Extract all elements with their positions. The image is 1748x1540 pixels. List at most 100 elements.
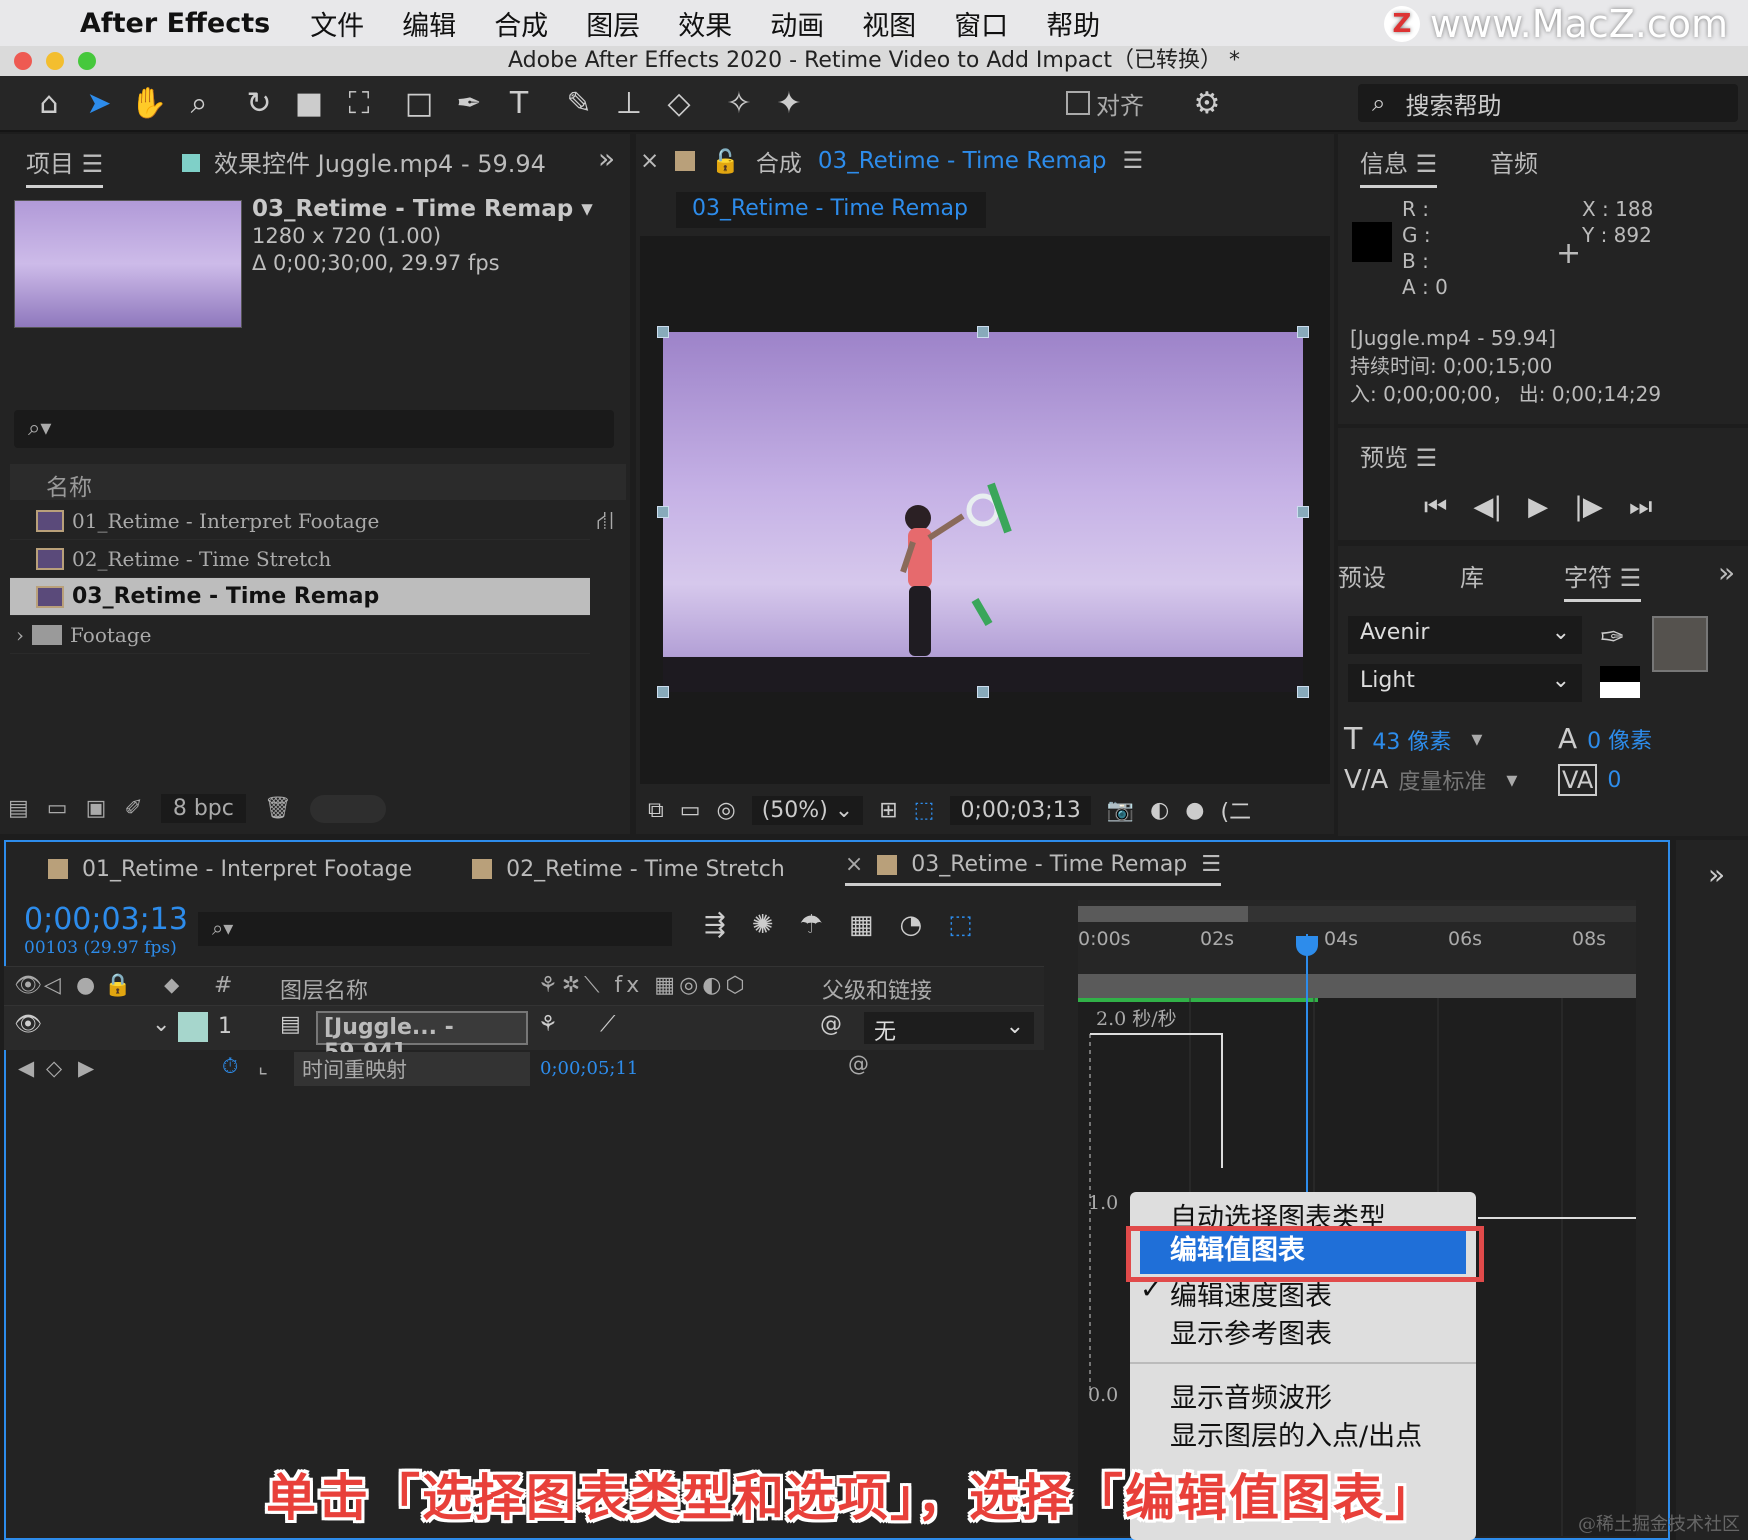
- tab-character[interactable]: 字符 ☰: [1564, 558, 1642, 602]
- tab-effect-controls[interactable]: 效果控件 Juggle.mp4 - 59.94: [182, 144, 546, 179]
- quality-switch-icon[interactable]: ⟋: [600, 1012, 615, 1037]
- next-frame-icon[interactable]: |▶: [1574, 492, 1603, 523]
- layer-name-field[interactable]: [Juggle... - 59.94]: [316, 1011, 528, 1065]
- graph-include-icon[interactable]: ⌞: [258, 1054, 268, 1078]
- mask-visibility-icon[interactable]: ◎: [717, 798, 736, 823]
- flowchart-icon[interactable]: ⛙: [596, 506, 614, 540]
- menu-file[interactable]: 文件: [310, 4, 364, 43]
- display-icon[interactable]: ▭: [680, 798, 701, 823]
- align-checkbox-box[interactable]: [1066, 91, 1090, 115]
- menu-effect[interactable]: 效果: [678, 4, 732, 43]
- menu-item-show-audio-waveforms[interactable]: 显示音频波形: [1170, 1376, 1332, 1415]
- menu-item-show-reference-graph[interactable]: 显示参考图表: [1170, 1312, 1332, 1351]
- project-search-input[interactable]: ⌕▾: [14, 410, 614, 448]
- zoom-tool-icon[interactable]: ⌕: [176, 80, 222, 126]
- panel-overflow-icon[interactable]: »: [1718, 556, 1735, 589]
- timeline-tab-active[interactable]: × 03_Retime - Time Remap ☰: [844, 852, 1221, 886]
- solo-column-icon[interactable]: ●: [76, 973, 95, 998]
- panel-menu-icon[interactable]: ☰: [1122, 148, 1143, 174]
- panel-overflow-icon[interactable]: »: [1708, 858, 1725, 891]
- menu-item-show-layer-in-out[interactable]: 显示图层的入点/出点: [1170, 1414, 1422, 1453]
- thumbnail-slider[interactable]: [309, 794, 386, 823]
- channel-icon[interactable]: ●: [1185, 798, 1204, 823]
- eyedropper-icon[interactable]: ✑: [1600, 620, 1625, 655]
- menu-app-name[interactable]: After Effects: [80, 8, 270, 39]
- bpc-toggle[interactable]: 8 bpc: [160, 794, 246, 823]
- pen-tool-icon[interactable]: ✒: [446, 80, 492, 126]
- project-item-name[interactable]: 03_Retime - Time Remap ▾: [252, 196, 593, 223]
- home-icon[interactable]: ⌂: [26, 80, 72, 126]
- timeline-property-row[interactable]: ◀ ◇ ▶ ⏱ ⌞ 时间重映射 0;00;05;11 @: [4, 1050, 1044, 1090]
- transform-handle[interactable]: [1297, 686, 1309, 698]
- property-name[interactable]: 时间重映射: [294, 1052, 530, 1086]
- previous-frame-icon[interactable]: ◀|: [1473, 492, 1502, 523]
- font-family-select[interactable]: Avenir ⌄: [1348, 616, 1582, 654]
- frame-blending-icon[interactable]: ▦: [849, 910, 874, 940]
- stroke-color-swatch[interactable]: [1600, 666, 1640, 698]
- timeline-current-time[interactable]: 0;00;03;13: [24, 902, 188, 937]
- close-icon[interactable]: ×: [640, 148, 659, 174]
- column-number[interactable]: #: [214, 973, 232, 998]
- composition-subtab[interactable]: 03_Retime - Time Remap: [676, 192, 986, 228]
- shy-layers-icon[interactable]: ☂: [800, 910, 823, 940]
- fill-color-swatch[interactable]: [1652, 616, 1708, 672]
- project-row[interactable]: 01_Retime - Interpret Footage: [10, 502, 590, 540]
- timeline-tab[interactable]: 01_Retime - Interpret Footage: [48, 857, 412, 882]
- new-composition-icon[interactable]: ▣: [86, 796, 107, 821]
- tab-project[interactable]: 项目 ☰: [26, 144, 104, 188]
- previous-keyframe-icon[interactable]: ◀: [18, 1056, 34, 1080]
- column-parent[interactable]: 父级和链接: [822, 973, 932, 1005]
- rotate-tool-icon[interactable]: ↻: [236, 80, 282, 126]
- transform-handle[interactable]: [977, 326, 989, 338]
- puppet-tool-icon[interactable]: ✦: [766, 80, 812, 126]
- transform-handle[interactable]: [657, 326, 669, 338]
- tab-audio[interactable]: 音频: [1490, 144, 1538, 179]
- draft-3d-icon[interactable]: ✺: [752, 910, 774, 940]
- eye-column-icon[interactable]: 👁: [14, 973, 42, 998]
- add-keyframe-icon[interactable]: ◇: [46, 1056, 62, 1080]
- project-row-folder[interactable]: › Footage: [10, 616, 590, 654]
- kerning-value[interactable]: 度量标准: [1398, 764, 1486, 796]
- menu-window[interactable]: 窗口: [954, 4, 1008, 43]
- parent-select[interactable]: 无 ⌄: [864, 1012, 1034, 1045]
- roto-brush-tool-icon[interactable]: ✧: [716, 80, 762, 126]
- tab-presets[interactable]: 预设: [1338, 558, 1386, 593]
- rectangle-tool-icon[interactable]: □: [396, 80, 442, 126]
- property-value[interactable]: 0;00;05;11: [540, 1058, 638, 1079]
- transform-handle[interactable]: [977, 686, 989, 698]
- font-size-row[interactable]: T 43 像素 ▾: [1344, 722, 1482, 757]
- shy-switch-icon[interactable]: ⚘: [538, 1012, 558, 1037]
- workspace-icon[interactable]: ⚙: [1184, 80, 1230, 126]
- region-of-interest-icon[interactable]: ⊞: [879, 798, 897, 823]
- composition-mini-flowchart-icon[interactable]: ⇶: [704, 910, 726, 940]
- trash-icon[interactable]: 🗑: [264, 796, 292, 821]
- transform-handle[interactable]: [1297, 506, 1309, 518]
- snapshot-icon[interactable]: 📷: [1107, 798, 1134, 823]
- close-window-button[interactable]: [14, 52, 32, 70]
- tracking-value[interactable]: 0: [1607, 768, 1621, 793]
- lock-column-icon[interactable]: 🔒: [104, 973, 131, 998]
- adjust-icon[interactable]: ✐: [124, 796, 142, 821]
- last-frame-icon[interactable]: ⏭: [1629, 492, 1652, 523]
- clone-stamp-tool-icon[interactable]: ⊥: [606, 80, 652, 126]
- label-column-icon[interactable]: ⬥: [164, 973, 179, 998]
- kerning-row[interactable]: V/A 度量标准 ▾: [1344, 764, 1517, 796]
- pick-whip-icon[interactable]: @: [820, 1012, 842, 1037]
- transparency-grid-icon[interactable]: ⬚: [914, 798, 935, 823]
- minimize-window-button[interactable]: [46, 52, 64, 70]
- transform-handle[interactable]: [657, 506, 669, 518]
- hand-tool-icon[interactable]: ✋: [126, 80, 172, 126]
- timeline-tab[interactable]: 02_Retime - Time Stretch: [472, 857, 785, 882]
- tracking-row[interactable]: VA 0: [1558, 764, 1621, 796]
- layer-duration-bar[interactable]: [1078, 974, 1636, 998]
- chevron-right-icon[interactable]: ›: [16, 623, 24, 647]
- type-tool-icon[interactable]: T: [496, 80, 542, 126]
- selection-tool-icon[interactable]: ➤: [76, 80, 122, 126]
- menu-composition[interactable]: 合成: [494, 4, 548, 43]
- align-checkbox[interactable]: 对齐: [1066, 86, 1144, 121]
- tab-library[interactable]: 库: [1460, 558, 1484, 593]
- first-frame-icon[interactable]: ⏮: [1424, 492, 1447, 523]
- tab-info[interactable]: 信息 ☰: [1360, 144, 1438, 188]
- work-area-range[interactable]: [1078, 906, 1248, 922]
- timeline-layer-row[interactable]: 👁 ⌄ 1 ▤ [Juggle... - 59.94] ⚘ ⟋ @ 无⌄: [4, 1006, 1044, 1065]
